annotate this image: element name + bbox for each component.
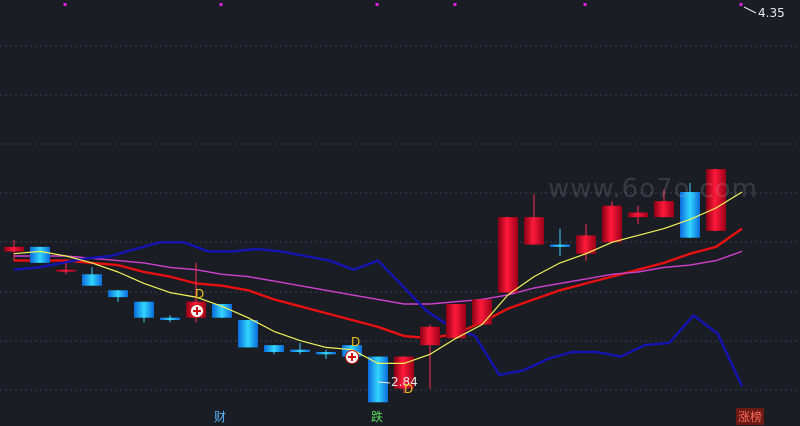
candle-body	[160, 317, 180, 320]
ma-line-red	[14, 227, 743, 340]
candle-body	[316, 352, 336, 355]
candlestick-chart	[0, 3, 800, 403]
candle-body	[4, 246, 24, 252]
max-pointer-icon	[743, 6, 757, 14]
ma-line-yellow	[13, 191, 743, 364]
top-tick-mark	[453, 3, 457, 6]
candle-body	[524, 217, 544, 245]
candle-body	[108, 290, 128, 298]
top-tick-mark	[739, 3, 743, 6]
candle-body	[446, 304, 466, 339]
candle-body	[56, 269, 76, 272]
candle-body	[420, 326, 440, 346]
candle-body	[472, 299, 492, 325]
candle-body	[550, 244, 570, 247]
d-signal-label: D	[351, 335, 361, 349]
bottom-tag-die[interactable]: 跌	[371, 408, 383, 425]
d-signal-label: D	[404, 382, 414, 396]
top-tick-mark	[583, 3, 587, 6]
candle-body	[498, 217, 518, 293]
top-tick-mark	[375, 3, 379, 6]
candle-body	[134, 301, 154, 318]
candle-body	[602, 205, 622, 243]
candle-body	[290, 349, 310, 352]
bottom-tag-zhangbang[interactable]: 涨榜	[736, 408, 765, 425]
price-line	[13, 191, 743, 364]
candle-body	[628, 212, 648, 218]
top-tick-mark	[219, 3, 223, 6]
candles	[4, 169, 726, 403]
top-tick-mark	[63, 3, 67, 6]
watermark: www.6o7o.com	[548, 174, 758, 204]
candle-body	[238, 320, 258, 348]
d-signal-label: D	[195, 287, 205, 301]
bottom-tag-cai[interactable]: 财	[214, 408, 226, 425]
candle-body	[30, 246, 50, 263]
top-tick-marks	[63, 3, 743, 6]
max-price-label: 4.35	[758, 6, 785, 20]
candle-body	[264, 345, 284, 352]
candle-body	[82, 274, 102, 286]
